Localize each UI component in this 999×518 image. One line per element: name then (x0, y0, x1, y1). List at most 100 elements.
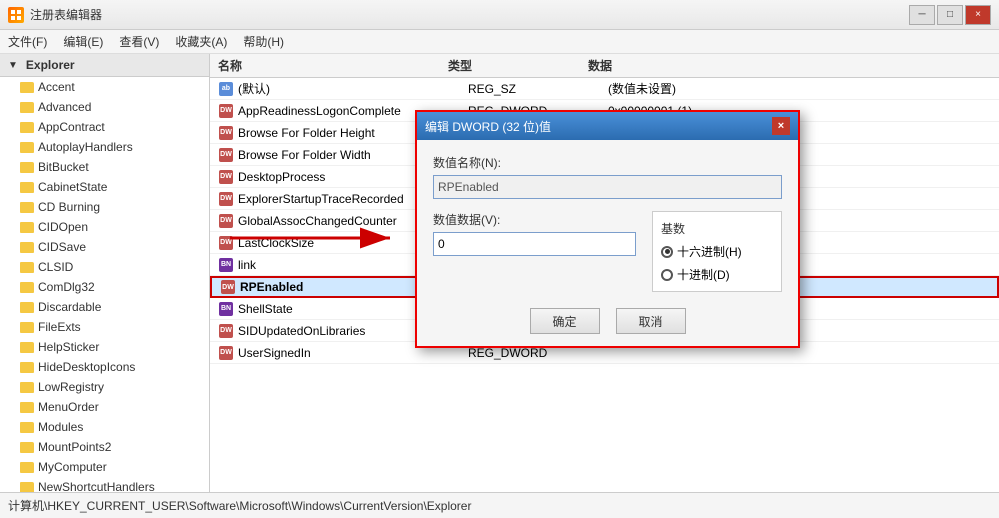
sidebar-item-autoplay[interactable]: AutoplayHandlers (0, 137, 209, 157)
app-icon (8, 7, 24, 23)
dialog-buttons: 确定 取消 (433, 308, 782, 334)
folder-icon (20, 402, 34, 413)
sidebar-item-cabinetstate[interactable]: CabinetState (0, 177, 209, 197)
close-button[interactable]: × (965, 5, 991, 25)
sidebar-item-mycomputer[interactable]: MyComputer (0, 457, 209, 477)
sidebar-item-appcontract[interactable]: AppContract (0, 117, 209, 137)
base-label: 基数 (661, 220, 773, 237)
value-area: 数值数据(V): (433, 211, 636, 256)
menu-bar: 文件(F) 编辑(E) 查看(V) 收藏夹(A) 帮助(H) (0, 30, 999, 54)
sidebar-item-bitbucket[interactable]: BitBucket (0, 157, 209, 177)
dec-radio-dot (661, 269, 673, 281)
folder-icon (20, 322, 34, 333)
folder-icon (20, 102, 34, 113)
data-row: 数值数据(V): 基数 十六进制(H) 十进制(D) (433, 211, 782, 292)
reg-dword-icon: DW (218, 213, 234, 229)
cancel-button[interactable]: 取消 (616, 308, 686, 334)
data-input[interactable] (433, 232, 636, 256)
dialog-title-bar: 编辑 DWORD (32 位)值 × (417, 112, 798, 140)
reg-dword-icon: DW (218, 147, 234, 163)
title-bar: 注册表编辑器 ─ □ × (0, 0, 999, 30)
col-header-data: 数据 (588, 57, 991, 74)
reg-binary-icon: BN (218, 257, 234, 273)
hex-radio-label: 十六进制(H) (677, 243, 742, 260)
folder-icon (20, 82, 34, 93)
dec-radio-label: 十进制(D) (677, 266, 730, 283)
sidebar-item-menuorder[interactable]: MenuOrder (0, 397, 209, 417)
sidebar-item-mountpoints2[interactable]: MountPoints2 (0, 437, 209, 457)
name-input[interactable] (433, 175, 782, 199)
folder-icon (20, 422, 34, 433)
dialog-title: 编辑 DWORD (32 位)值 (425, 118, 551, 135)
reg-dword-icon: DW (218, 125, 234, 141)
folder-icon (20, 262, 34, 273)
folder-icon (20, 122, 34, 133)
dec-radio[interactable]: 十进制(D) (661, 266, 773, 283)
sidebar-item-cdburning[interactable]: CD Burning (0, 197, 209, 217)
sidebar-item-advanced[interactable]: Advanced (0, 97, 209, 117)
folder-icon (20, 142, 34, 153)
minimize-button[interactable]: ─ (909, 5, 935, 25)
sidebar-item-newshortcuthandlers[interactable]: NewShortcutHandlers (0, 477, 209, 492)
dialog-body: 数值名称(N): 数值数据(V): 基数 十六进制(H) (417, 140, 798, 346)
sidebar-item-comdlg32[interactable]: ComDlg32 (0, 277, 209, 297)
sidebar-item-discardable[interactable]: Discardable (0, 297, 209, 317)
title-bar-left: 注册表编辑器 (8, 6, 102, 23)
table-row[interactable]: ab (默认) REG_SZ (数值未设置) (210, 78, 999, 100)
hex-radio-dot (661, 246, 673, 258)
sidebar-item-modules[interactable]: Modules (0, 417, 209, 437)
base-area: 基数 十六进制(H) 十进制(D) (652, 211, 782, 292)
folder-icon (20, 482, 34, 493)
folder-icon (20, 382, 34, 393)
radio-group: 十六进制(H) 十进制(D) (661, 243, 773, 283)
sidebar: ▼ Explorer Accent Advanced AppContract A… (0, 54, 210, 492)
sidebar-header[interactable]: ▼ Explorer (0, 54, 209, 77)
status-text: 计算机\HKEY_CURRENT_USER\Software\Microsoft… (8, 497, 471, 514)
menu-edit[interactable]: 编辑(E) (55, 31, 111, 52)
hex-radio[interactable]: 十六进制(H) (661, 243, 773, 260)
folder-icon (20, 222, 34, 233)
reg-dword-icon: DW (218, 103, 234, 119)
reg-sz-icon: ab (218, 81, 234, 97)
maximize-button[interactable]: □ (937, 5, 963, 25)
reg-dword-icon: DW (218, 235, 234, 251)
menu-view[interactable]: 查看(V) (111, 31, 167, 52)
sidebar-item-accent[interactable]: Accent (0, 77, 209, 97)
sidebar-item-lowregistry[interactable]: LowRegistry (0, 377, 209, 397)
reg-dword-icon: DW (218, 345, 234, 361)
window-controls: ─ □ × (909, 5, 991, 25)
sidebar-item-clsid[interactable]: CLSID (0, 257, 209, 277)
folder-icon (20, 242, 34, 253)
ok-button[interactable]: 确定 (530, 308, 600, 334)
menu-help[interactable]: 帮助(H) (235, 31, 292, 52)
dialog-close-button[interactable]: × (772, 117, 790, 135)
sidebar-item-cidsave[interactable]: CIDSave (0, 237, 209, 257)
window-title: 注册表编辑器 (30, 6, 102, 23)
menu-favorites[interactable]: 收藏夹(A) (167, 31, 235, 52)
sidebar-item-hidedesktopicons[interactable]: HideDesktopIcons (0, 357, 209, 377)
folder-icon (20, 282, 34, 293)
reg-dword-icon: DW (218, 191, 234, 207)
menu-file[interactable]: 文件(F) (0, 31, 55, 52)
data-label: 数值数据(V): (433, 211, 636, 228)
sidebar-item-cidopen[interactable]: CIDOpen (0, 217, 209, 237)
sidebar-item-fileexts[interactable]: FileExts (0, 317, 209, 337)
sidebar-header-label: Explorer (26, 58, 75, 72)
folder-expand-icon: ▼ (8, 60, 18, 71)
col-header-type: 类型 (448, 57, 588, 74)
folder-icon (20, 182, 34, 193)
folder-icon (20, 202, 34, 213)
sidebar-item-helpsticker[interactable]: HelpSticker (0, 337, 209, 357)
reg-dword-icon: DW (220, 279, 236, 295)
name-label: 数值名称(N): (433, 154, 782, 171)
reg-dword-icon: DW (218, 169, 234, 185)
status-bar: 计算机\HKEY_CURRENT_USER\Software\Microsoft… (0, 492, 999, 518)
folder-icon (20, 302, 34, 313)
folder-icon (20, 462, 34, 473)
reg-dword-icon: DW (218, 323, 234, 339)
col-header-name: 名称 (218, 57, 448, 74)
table-header: 名称 类型 数据 (210, 54, 999, 78)
folder-icon (20, 342, 34, 353)
folder-icon (20, 362, 34, 373)
reg-binary-icon: BN (218, 301, 234, 317)
